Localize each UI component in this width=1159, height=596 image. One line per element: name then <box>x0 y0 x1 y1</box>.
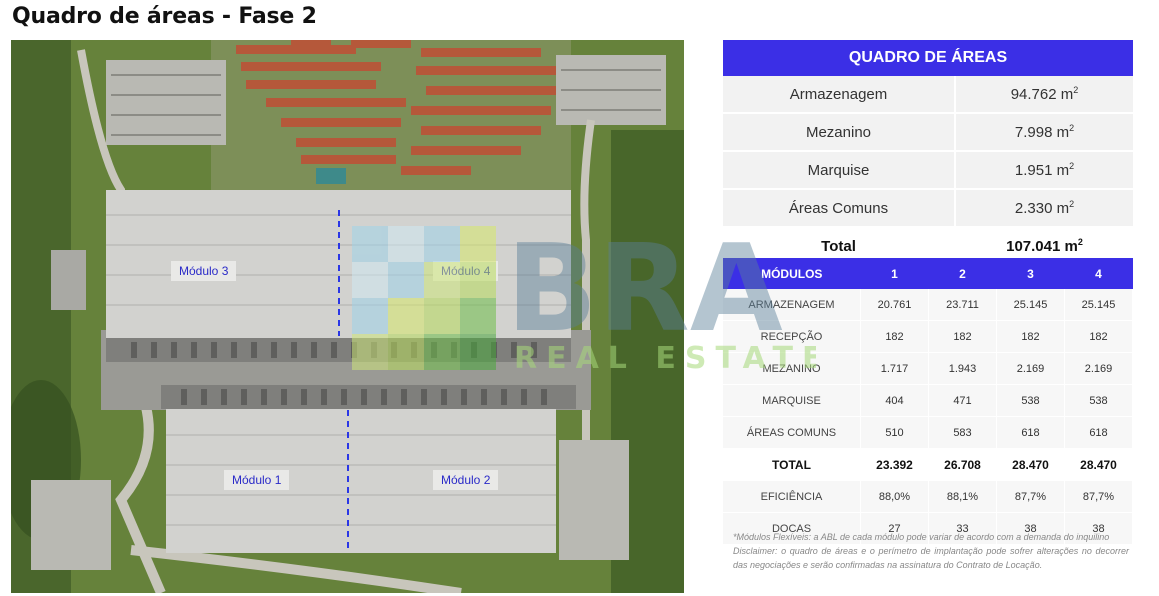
areas-row-label: Armazenagem <box>723 76 956 114</box>
site-plan-image: Módulo 3 Módulo 4 Módulo 1 Módulo 2 <box>11 40 684 593</box>
disclaimer-note: Disclaimer: o quadro de áreas e o períme… <box>733 546 1129 570</box>
row-label: ÁREAS COMUNS <box>723 416 861 449</box>
areas-table-header: QUADRO DE ÁREAS <box>723 40 1133 76</box>
areas-row-value: 94.762 m2 <box>955 76 1133 114</box>
parking-lot <box>106 60 226 145</box>
table-row: ÁREAS COMUNS 510 583 618 618 <box>723 416 1133 449</box>
table-cell: 1.943 <box>928 352 997 385</box>
table-cell: 2.169 <box>996 352 1065 385</box>
table-cell: 25.145 <box>1064 289 1133 321</box>
table-cell: 618 <box>996 416 1065 449</box>
modules-header-cell: 1 <box>860 258 929 289</box>
table-cell: 87,7% <box>1064 480 1133 513</box>
row-label: EFICIÊNCIA <box>723 480 861 513</box>
module-1-label: Módulo 1 <box>224 470 290 490</box>
table-cell: 23.392 <box>860 448 929 481</box>
row-label: MARQUISE <box>723 384 861 417</box>
modules-header-cell: MÓDULOS <box>723 258 861 289</box>
table-cell: 182 <box>860 320 929 353</box>
table-cell: 28.470 <box>1064 448 1133 481</box>
table-row: MEZANINO 1.717 1.943 2.169 2.169 <box>723 352 1133 385</box>
areas-row-value: 2.330 m2 <box>955 189 1133 228</box>
modules-header-cell: 4 <box>1064 258 1133 289</box>
table-cell: 87,7% <box>996 480 1065 513</box>
table-cell: 510 <box>860 416 929 449</box>
areas-row-label: Áreas Comuns <box>723 189 956 228</box>
module-3-label: Módulo 3 <box>171 261 237 281</box>
table-cell: 182 <box>928 320 997 353</box>
table-row: MARQUISE 404 471 538 538 <box>723 384 1133 417</box>
row-label: TOTAL <box>723 448 861 481</box>
areas-row: Mezanino 7.998 m2 <box>723 113 1133 152</box>
table-cell: 26.708 <box>928 448 997 481</box>
areas-row-label: Marquise <box>723 151 956 190</box>
modules-header-cell: 2 <box>928 258 997 289</box>
areas-row: Marquise 1.951 m2 <box>723 151 1133 190</box>
table-cell: 23.711 <box>928 289 997 321</box>
table-cell: 404 <box>860 384 929 417</box>
table-cell: 182 <box>1064 320 1133 353</box>
areas-row-value: 1.951 m2 <box>955 151 1133 190</box>
row-label: RECEPÇÃO <box>723 320 861 353</box>
areas-table: QUADRO DE ÁREAS Armazenagem 94.762 m2 Me… <box>723 40 1133 266</box>
areas-row: Armazenagem 94.762 m2 <box>723 76 1133 114</box>
modules-table: MÓDULOS 1 2 3 4 ARMAZENAGEM 20.761 23.71… <box>723 258 1133 545</box>
aerial-map <box>11 40 684 593</box>
flex-modules-note: *Módulos Flexíveis: a ABL de cada módulo… <box>733 532 1110 542</box>
table-cell: 88,1% <box>928 480 997 513</box>
module-4-label: Módulo 4 <box>433 261 499 281</box>
table-cell: 1.717 <box>860 352 929 385</box>
row-label: MEZANINO <box>723 352 861 385</box>
table-row: ARMAZENAGEM 20.761 23.711 25.145 25.145 <box>723 289 1133 321</box>
table-cell: 2.169 <box>1064 352 1133 385</box>
footnotes: *Módulos Flexíveis: a ABL de cada módulo… <box>733 530 1129 572</box>
table-row: EFICIÊNCIA 88,0% 88,1% 87,7% 87,7% <box>723 480 1133 513</box>
table-row: RECEPÇÃO 182 182 182 182 <box>723 320 1133 353</box>
areas-row-label: Mezanino <box>723 113 956 152</box>
table-cell: 25.145 <box>996 289 1065 321</box>
table-cell: 538 <box>1064 384 1133 417</box>
table-cell: 182 <box>996 320 1065 353</box>
module-2-label: Módulo 2 <box>433 470 499 490</box>
table-row-total: TOTAL 23.392 26.708 28.470 28.470 <box>723 448 1133 481</box>
areas-row: Áreas Comuns 2.330 m2 <box>723 189 1133 228</box>
table-cell: 471 <box>928 384 997 417</box>
table-cell: 583 <box>928 416 997 449</box>
row-label: ARMAZENAGEM <box>723 289 861 321</box>
table-cell: 538 <box>996 384 1065 417</box>
table-cell: 618 <box>1064 416 1133 449</box>
table-cell: 28.470 <box>996 448 1065 481</box>
table-cell: 20.761 <box>860 289 929 321</box>
modules-header-cell: 3 <box>996 258 1065 289</box>
page-title: Quadro de áreas - Fase 2 <box>12 4 317 29</box>
areas-row-value: 7.998 m2 <box>955 113 1133 152</box>
modules-header-row: MÓDULOS 1 2 3 4 <box>723 258 1133 289</box>
table-cell: 88,0% <box>860 480 929 513</box>
